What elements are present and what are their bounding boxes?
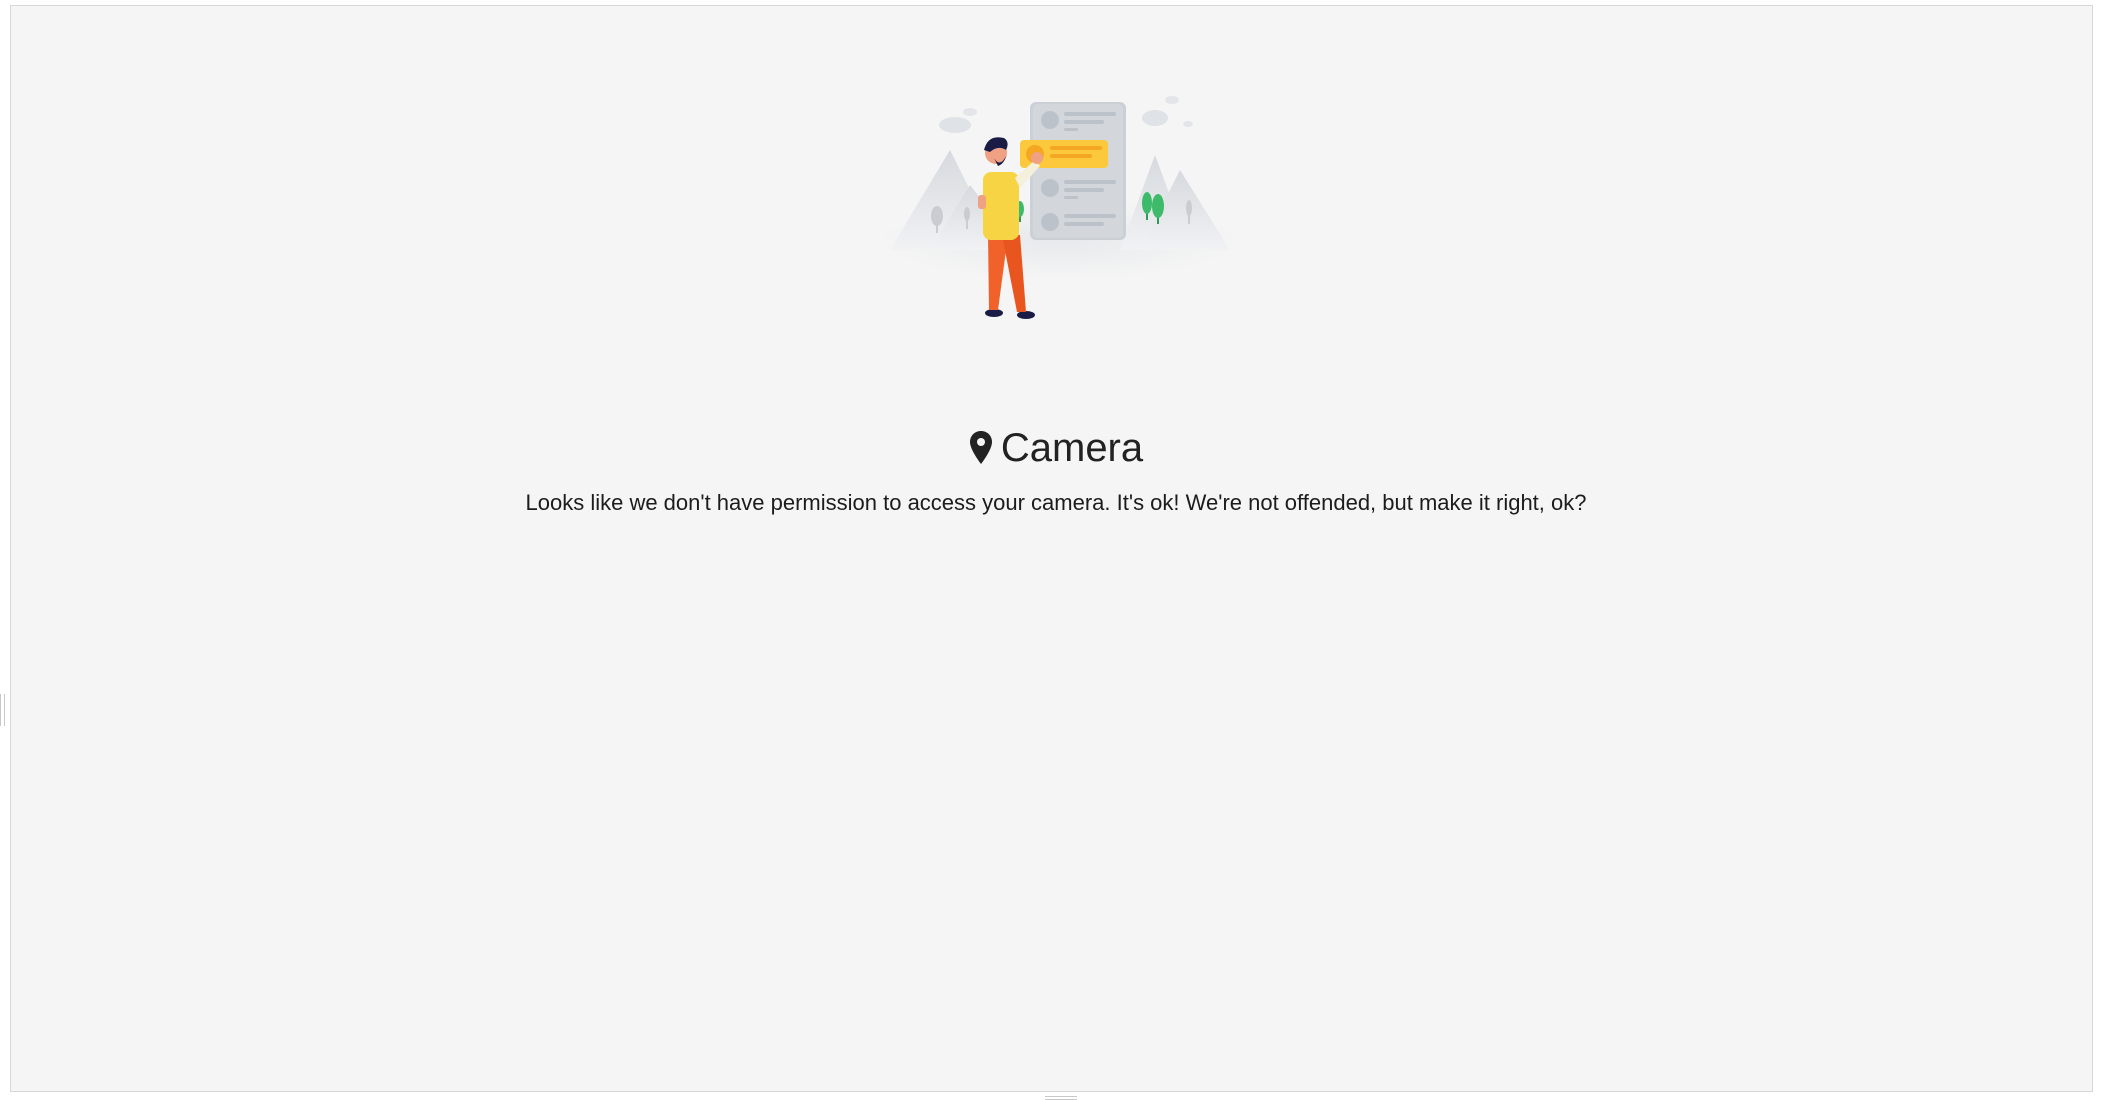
left-resize-handle[interactable] bbox=[0, 694, 5, 726]
permission-message: Looks like we don't have permission to a… bbox=[525, 490, 1587, 515]
bottom-resize-handle[interactable] bbox=[1045, 1096, 1077, 1100]
location-pin-icon bbox=[969, 431, 992, 464]
permission-title-row: Camera bbox=[0, 428, 2112, 468]
page-title: Camera bbox=[1000, 426, 1144, 470]
person-with-checklist-illustration bbox=[880, 96, 1240, 319]
